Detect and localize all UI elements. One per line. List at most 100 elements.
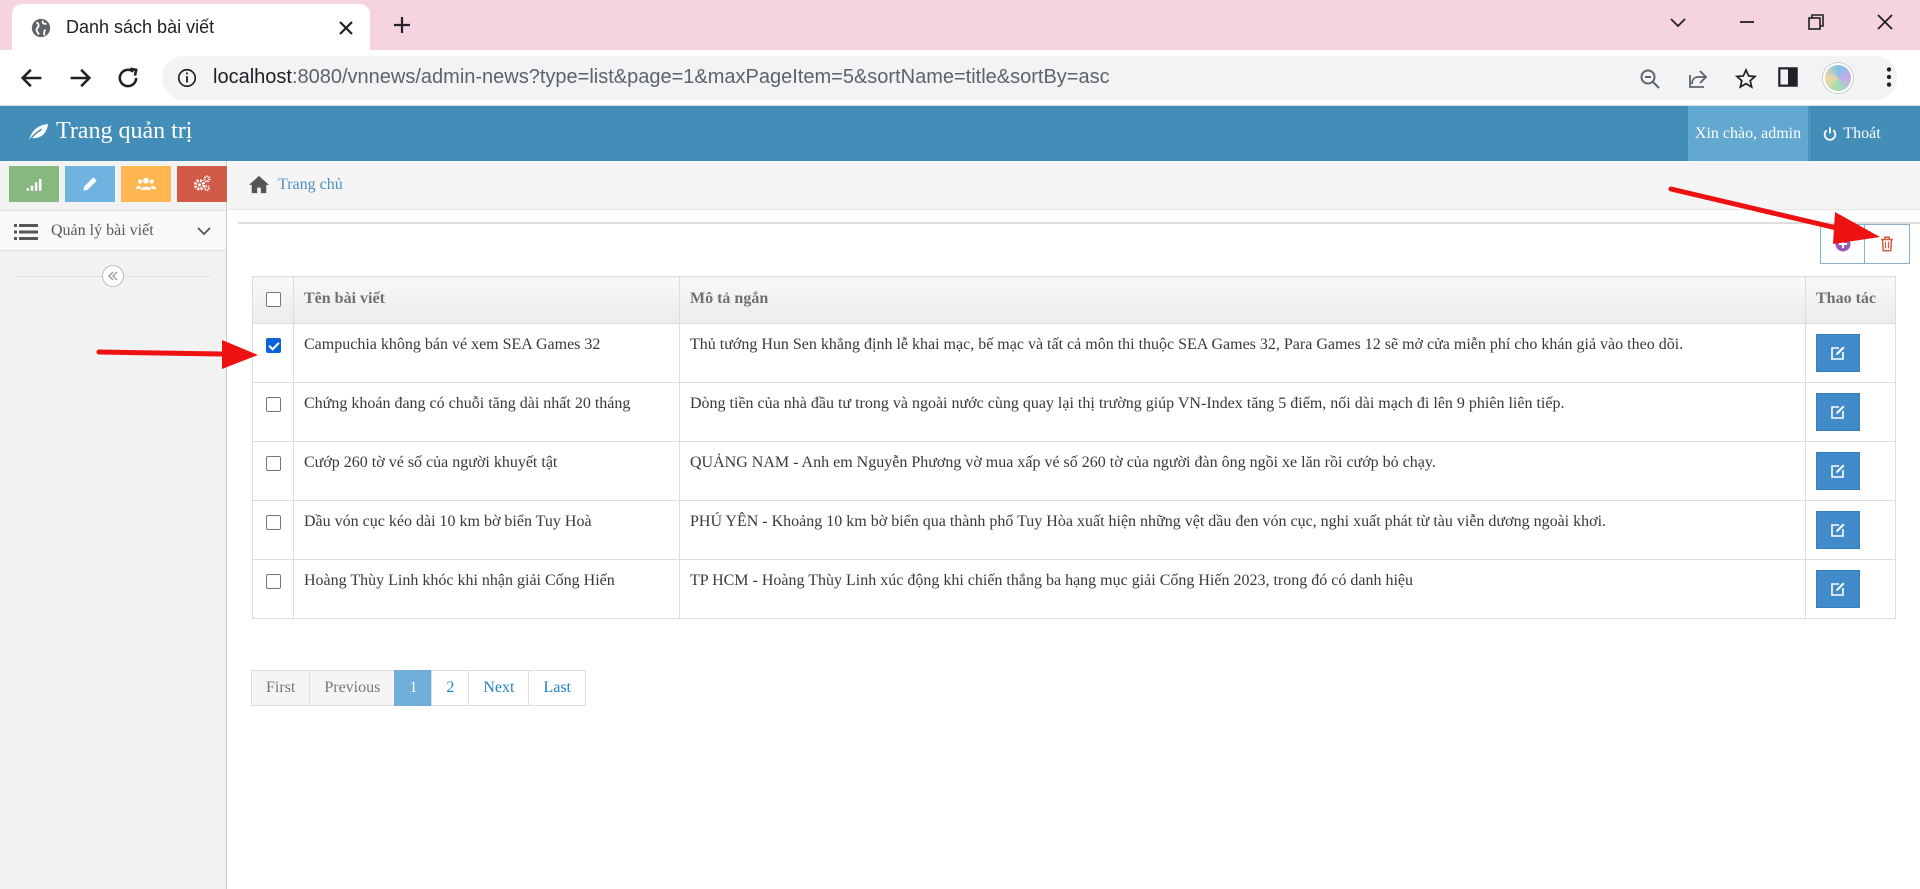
news-title-cell: Dầu vón cục kéo dài 10 km bờ biển Tuy Ho… [293,500,680,560]
add-news-button[interactable] [1820,224,1865,264]
logout-button[interactable]: Thoát [1809,106,1893,161]
row-select-cell [252,559,294,619]
actions-cell [1805,382,1896,442]
shortcut-settings-button[interactable] [177,166,227,202]
sidebar-collapse [0,261,226,291]
restore-icon[interactable] [1804,10,1828,34]
news-title-cell: Cướp 260 tờ vé số của người khuyết tật [293,441,680,501]
row-checkbox[interactable] [265,337,281,353]
sidebar-item-news-management[interactable]: Quản lý bài viết [0,210,226,251]
page-previous-button[interactable]: Previous [309,670,396,706]
cogs-icon [193,175,211,192]
news-description-cell: PHÚ YÊN - Khoảng 10 km bờ biển qua thành… [679,500,1806,560]
admin-navbar: Trang quản trị Xin chào, admin Thoát [0,106,1920,161]
page-first-button[interactable]: First [251,670,311,706]
actions-cell [1805,559,1896,619]
divider [238,222,1920,224]
pencil-icon [83,177,97,191]
edit-button[interactable] [1816,511,1860,549]
close-icon[interactable] [334,16,358,40]
row-checkbox[interactable] [265,573,281,589]
trash-icon [1881,236,1893,252]
bookmark-star-icon[interactable] [1734,67,1758,91]
shortcut-stats-button[interactable] [9,166,59,202]
reload-icon[interactable] [114,64,142,92]
page-last-button[interactable]: Last [528,670,586,706]
news-description-cell: TP HCM - Hoàng Thùy Linh xúc động khi ch… [679,559,1806,619]
edit-button[interactable] [1816,570,1860,608]
table-header-row: Tên bài viết Mô tả ngắn Thao tác [252,276,1896,324]
news-description-cell: Dòng tiền của nhà đầu tư trong và ngoài … [679,382,1806,442]
column-header-description: Mô tả ngắn [679,276,1806,324]
select-all-checkbox[interactable] [265,291,281,307]
more-menu-icon[interactable] [1876,64,1902,90]
info-icon[interactable] [176,67,198,89]
zoom-out-icon[interactable] [1638,67,1662,91]
edit-button[interactable] [1816,452,1860,490]
breadcrumb: Trang chủ [228,161,1920,210]
plus-circle-icon [1835,236,1850,252]
user-greeting[interactable]: Xin chào, admin [1688,106,1808,161]
shortcut-edit-button[interactable] [65,166,115,202]
row-checkbox[interactable] [265,514,281,530]
browser-tab[interactable]: Danh sách bài viết [12,4,370,50]
edit-icon [1831,523,1845,537]
table-row: Cướp 260 tờ vé số của người khuyết tật QU… [252,441,1896,501]
row-select-cell [252,382,294,442]
table-row: Hoàng Thùy Linh khóc khi nhận giải Cống … [252,559,1896,619]
sidebar-collapse-button[interactable] [102,265,124,287]
shortcut-users-button[interactable] [121,166,171,202]
edit-button[interactable] [1816,393,1860,431]
share-icon[interactable] [1686,67,1710,91]
window-close-icon[interactable] [1873,10,1897,34]
table-row: Dầu vón cục kéo dài 10 km bờ biển Tuy Ho… [252,500,1896,560]
row-checkbox[interactable] [265,396,281,412]
breadcrumb-home-link[interactable]: Trang chủ [278,176,343,194]
row-checkbox[interactable] [265,455,281,471]
table-row: Chứng khoán đang có chuỗi tăng dài nhất … [252,382,1896,442]
list-icon [14,224,38,240]
delete-news-button[interactable] [1865,224,1910,264]
actions-cell [1805,500,1896,560]
back-icon[interactable] [18,64,46,92]
url-text: localhost:8080/vnnews/admin-news?type=li… [213,66,1110,89]
table-action-buttons [1820,224,1910,264]
url-field[interactable]: localhost:8080/vnnews/admin-news?type=li… [162,56,1897,100]
brand-title: Trang quản trị [56,118,193,144]
edit-icon [1831,405,1845,419]
pagination: First Previous 1 2 Next Last [251,670,586,706]
sidebar: Quản lý bài viết [0,161,227,889]
minimize-icon[interactable] [1735,10,1759,34]
edit-icon [1831,464,1845,478]
page-next-button[interactable]: Next [468,670,530,706]
forward-icon[interactable] [66,64,94,92]
side-panel-icon[interactable] [1775,64,1801,90]
page-1-button[interactable]: 1 [394,670,433,706]
sidebar-shortcuts [9,166,227,202]
url-path: :8080/vnnews/admin-news?type=list&page=1… [291,66,1110,88]
logout-label: Thoát [1843,124,1881,142]
leaf-icon [28,123,48,141]
power-icon [1824,126,1837,141]
users-icon [136,177,156,190]
profile-avatar[interactable] [1823,63,1853,93]
new-tab-icon[interactable] [390,13,414,37]
globe-icon [31,18,51,38]
chevron-down-icon[interactable] [1666,10,1690,34]
brand[interactable]: Trang quản trị [26,118,192,145]
edit-button[interactable] [1816,334,1860,372]
news-table: Tên bài viết Mô tả ngắn Thao tác Campuch… [252,276,1896,619]
news-description-cell: QUẢNG NAM - Anh em Nguyễn Phương vờ mua … [679,441,1806,501]
signal-icon [26,179,42,191]
column-header-title: Tên bài viết [293,276,680,324]
browser-address-bar: localhost:8080/vnnews/admin-news?type=li… [0,50,1920,106]
table-row: Campuchia không bán vé xem SEA Games 32 T… [252,323,1896,383]
tab-title: Danh sách bài viết [66,17,215,37]
news-description-cell: Thủ tướng Hun Sen khẳng định lễ khai mạc… [679,323,1806,383]
edit-icon [1831,346,1845,360]
edit-icon [1831,582,1845,596]
home-icon [249,175,269,194]
url-host: localhost [213,66,292,88]
page-2-button[interactable]: 2 [431,670,470,706]
double-chevron-left-icon [108,271,118,281]
